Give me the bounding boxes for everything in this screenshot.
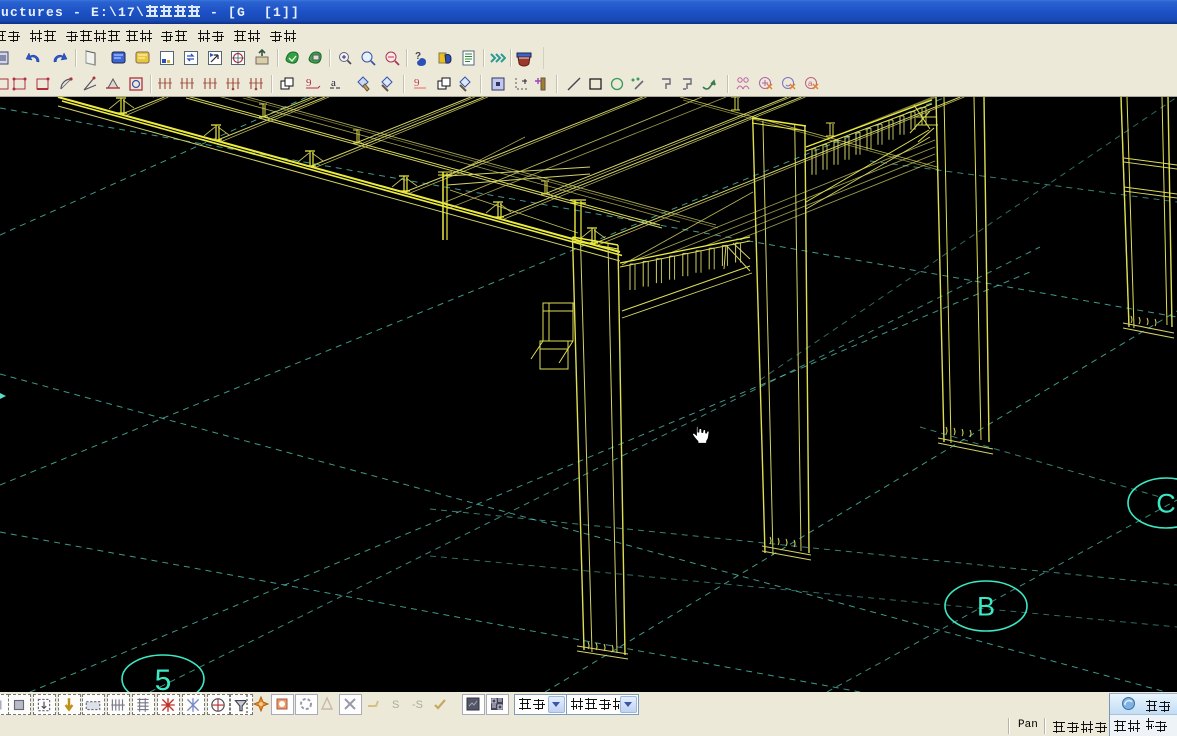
svg-text:9: 9	[306, 77, 312, 89]
svg-text:5: 5	[155, 664, 172, 692]
svg-text:-S: -S	[412, 699, 423, 711]
svg-text:a: a	[808, 79, 813, 88]
svg-text:B: B	[977, 592, 995, 622]
svg-text:C: C	[1156, 489, 1176, 519]
svg-text:9: 9	[414, 77, 420, 89]
svg-text:?: ?	[415, 51, 421, 62]
svg-text:a: a	[331, 77, 336, 89]
svg-text:S: S	[392, 699, 399, 711]
